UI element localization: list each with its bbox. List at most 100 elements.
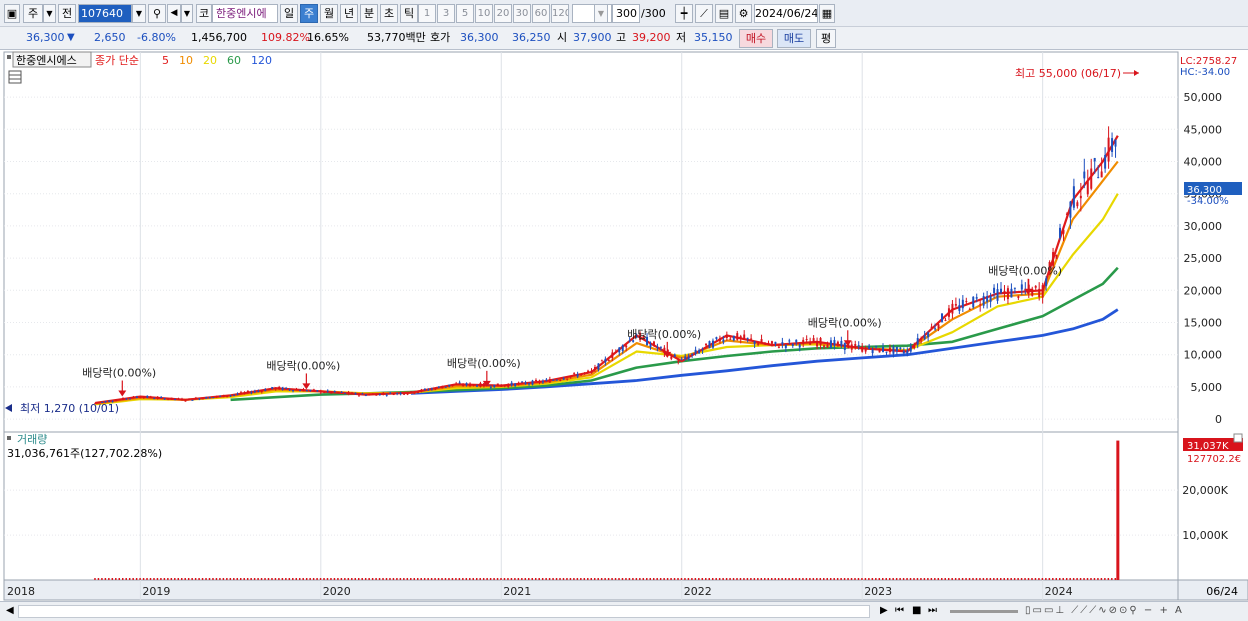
count-input[interactable]: 300: [612, 4, 640, 23]
volume-bar: [208, 578, 211, 580]
code-dropdown-icon[interactable]: ▼: [132, 4, 146, 23]
volume-bar: [777, 578, 780, 580]
interval-button-60[interactable]: 60: [532, 4, 550, 23]
volume-bar: [212, 578, 214, 580]
interval-button-120[interactable]: 120: [551, 4, 569, 23]
chart-area[interactable]: 배당락(0.00%) 배당락(0.00%) 배당락(0.00%) 배당락(0.00%)…: [0, 50, 1248, 602]
candle-body: [1107, 137, 1110, 162]
high-label: 고: [616, 31, 627, 44]
candle-body: [569, 376, 572, 378]
scroll-track[interactable]: [18, 605, 870, 618]
candle-body: [836, 341, 839, 345]
interval-button-10[interactable]: 10: [475, 4, 493, 23]
candle-body: [482, 383, 485, 387]
interval-button-30[interactable]: 30: [513, 4, 531, 23]
period-button-5[interactable]: 초: [380, 4, 398, 23]
volume-bar: [479, 578, 481, 580]
market-select[interactable]: 주: [23, 4, 43, 23]
volume-bar: [118, 578, 121, 580]
stop-icon[interactable]: ■: [912, 604, 921, 618]
volume-bar: [899, 578, 901, 580]
period-button-6[interactable]: 틱: [400, 4, 418, 23]
volume-bar: [732, 578, 735, 580]
price-tick-label: 0: [1215, 413, 1222, 426]
candle-body: [562, 378, 565, 380]
buy-button[interactable]: 매수: [739, 29, 773, 48]
volume-bar: [222, 578, 225, 580]
volume-bar: [132, 578, 134, 580]
candle-body: [625, 345, 628, 348]
panel-table-icon[interactable]: [8, 70, 22, 84]
volume-bar: [278, 578, 280, 580]
stock-chart-svg[interactable]: 배당락(0.00%) 배당락(0.00%) 배당락(0.00%) 배당락(0.00%)…: [0, 50, 1248, 602]
candle-body: [930, 326, 933, 328]
settings-gear-icon[interactable]: ⚙: [735, 4, 752, 23]
volume-bar: [1038, 578, 1040, 580]
candle-body: [357, 394, 360, 396]
interval-button-3[interactable]: 3: [437, 4, 455, 23]
code-mode-button[interactable]: 코: [196, 4, 212, 23]
volume-bar: [875, 578, 877, 580]
draw-line-icon[interactable]: ⟋: [695, 4, 713, 23]
interval-button-1[interactable]: 1: [418, 4, 436, 23]
search-icon[interactable]: ⚲: [148, 4, 166, 23]
period-button-0[interactable]: 일: [280, 4, 298, 23]
average-button[interactable]: 평: [816, 29, 836, 48]
candle-body: [927, 332, 930, 338]
interval-button-20[interactable]: 20: [494, 4, 512, 23]
prev-button[interactable]: 전: [58, 4, 76, 23]
speaker-dropdown-icon[interactable]: ▼: [181, 4, 193, 23]
volume-bar: [309, 578, 311, 580]
candle-body: [198, 398, 201, 400]
interval-button-5[interactable]: 5: [456, 4, 474, 23]
candle-body: [1052, 252, 1055, 266]
volume-bar: [153, 578, 155, 580]
candle-body: [278, 386, 281, 390]
main-toolbar: ▣ 주 ▼ 전 107640 ▼ ⚲ ◀ ▼ 코 한중엔시에 일주월년분초틱 1…: [0, 0, 1248, 27]
drawing-tools-icon[interactable]: ▯▭▭⊥ ⟋⟋⟋∿⊘⊙⚲ − + A: [1025, 604, 1184, 618]
min-price-note: 최저 1,270 (10/01): [20, 402, 119, 415]
calendar-icon[interactable]: ▦: [819, 4, 835, 23]
candle-body: [590, 370, 593, 372]
count-dropdown-icon[interactable]: ▼: [594, 4, 608, 23]
volume-bar: [632, 578, 634, 580]
period-button-3[interactable]: 년: [340, 4, 358, 23]
candle-body: [479, 383, 482, 388]
volume-bar-current: [1116, 440, 1120, 580]
candle-type-icon[interactable]: ┿: [675, 4, 693, 23]
period-button-1[interactable]: 주: [300, 4, 318, 23]
candle-body: [135, 396, 138, 398]
scroll-left-icon[interactable]: ◀: [6, 604, 14, 618]
volume-bar: [666, 578, 669, 580]
save-icon[interactable]: ▤: [715, 4, 733, 23]
candle-body: [1062, 229, 1065, 234]
last-page-icon[interactable]: ⏭: [928, 604, 937, 618]
volume-bar: [403, 578, 405, 580]
stock-name-field[interactable]: 한중엔시에: [212, 4, 278, 23]
scroll-right-icon[interactable]: ▶: [880, 604, 888, 618]
period-button-4[interactable]: 분: [360, 4, 378, 23]
volume-panel-close-icon[interactable]: [1233, 433, 1243, 443]
market-dropdown-icon[interactable]: ▼: [43, 4, 56, 23]
stock-code-input[interactable]: 107640: [78, 4, 132, 23]
volume-bar: [715, 578, 717, 580]
candle-body: [684, 356, 687, 360]
volume-bar: [888, 578, 891, 580]
layout-icon[interactable]: ▣: [4, 4, 20, 23]
first-page-icon[interactable]: ⏮: [895, 604, 904, 618]
volume-bar: [593, 578, 596, 580]
volume-bar: [743, 578, 745, 580]
candle-body: [496, 383, 499, 387]
candle-body: [913, 346, 916, 349]
speaker-icon[interactable]: ◀: [167, 4, 181, 23]
volume-bar: [250, 578, 252, 580]
volume-bar: [604, 578, 606, 580]
date-input[interactable]: 2024/06/24: [754, 4, 818, 23]
period-button-2[interactable]: 월: [320, 4, 338, 23]
candle-body: [812, 338, 815, 343]
zoom-slider[interactable]: [950, 610, 1018, 613]
volume-bar: [694, 578, 697, 580]
sell-button[interactable]: 매도: [777, 29, 811, 48]
volume-bar: [833, 578, 835, 580]
volume-bar: [982, 578, 985, 580]
